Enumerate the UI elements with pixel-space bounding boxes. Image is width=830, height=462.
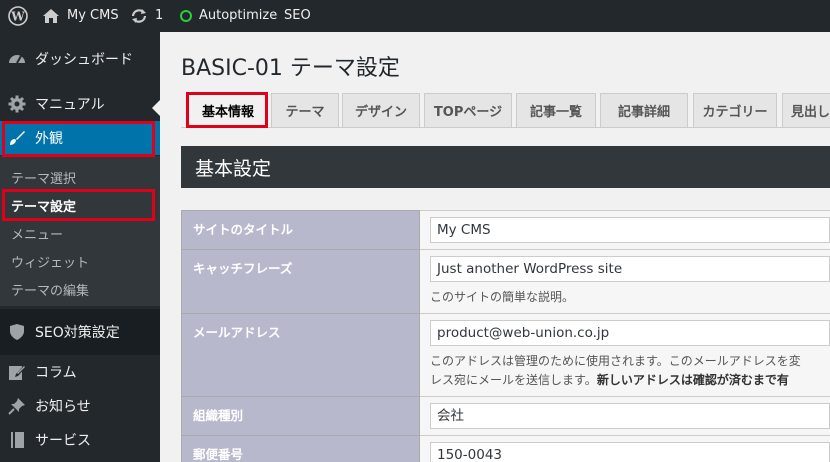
form-row-catchphrase: キャッチフレーズ Just another WordPress site このサ… <box>181 249 830 314</box>
field-label: メールアドレス <box>181 313 420 397</box>
email-desc-bold: 新しいアドレスは確認が済むまで有 <box>596 373 789 387</box>
wordpress-logo-icon[interactable]: W <box>0 0 36 32</box>
tab-heading[interactable]: 見出し <box>782 93 830 127</box>
tab-top-page[interactable]: TOPページ <box>424 93 512 127</box>
sidebar-item-label: SEO対策設定 <box>35 325 120 341</box>
field-cell: Just another WordPress site このサイトの簡単な説明。 <box>419 249 830 314</box>
tab-category[interactable]: カテゴリー <box>693 93 777 127</box>
submenu-item-theme-select[interactable]: テーマ選択 <box>11 168 76 187</box>
page-title: BASIC-01 テーマ設定 <box>181 56 400 81</box>
section-heading: 基本設定 <box>181 146 830 188</box>
form-row-site-title: サイトのタイトル My CMS <box>181 210 830 250</box>
form-row-organization: 組織種別 会社 <box>181 396 830 436</box>
pin-icon <box>7 396 27 416</box>
seo-link[interactable]: SEO <box>284 0 311 32</box>
shield-icon <box>7 322 27 342</box>
submenu-item-menus[interactable]: メニュー <box>11 224 63 243</box>
submenu-item-widgets[interactable]: ウィジェット <box>11 252 89 271</box>
autoptimize-label: Autoptimize <box>199 8 278 23</box>
highlight-appearance <box>2 121 155 157</box>
field-description: このアドレスは管理のために使用されます。このメールアドレスを変 レス宛にメールを… <box>430 352 830 390</box>
admin-sidebar: ダッシュボード マニュアル 外観 テーマ選択 テーマ設定 メニュー ウィジェット… <box>0 32 160 462</box>
sidebar-item-seo[interactable]: SEO対策設定 <box>0 309 160 355</box>
sidebar-item-column[interactable]: コラム <box>0 355 160 389</box>
sidebar-item-label: コラム <box>35 365 77 381</box>
sidebar-item-label: サービス <box>35 433 91 449</box>
sidebar-item-dashboard[interactable]: ダッシュボード <box>0 42 160 76</box>
settings-tabs: 基本情報 テーマ デザイン TOPページ 記事一覧 記事詳細 カテゴリー 見出し <box>186 91 830 127</box>
current-menu-arrow <box>152 100 160 116</box>
dashboard-icon <box>7 49 27 69</box>
highlight-basic-info-tab <box>186 92 268 128</box>
updates-count: 1 <box>155 8 164 23</box>
field-cell: 会社 <box>419 396 830 436</box>
tab-theme[interactable]: テーマ <box>271 93 339 127</box>
email-desc-line-2: レス宛にメールを送信します。 <box>430 373 597 387</box>
sidebar-item-label: ダッシュボード <box>35 52 133 68</box>
submenu-item-theme-editor[interactable]: テーマの編集 <box>11 280 89 299</box>
tabs-divider <box>181 127 830 128</box>
sidebar-item-manual[interactable]: マニュアル <box>0 87 160 121</box>
catchphrase-input[interactable]: Just another WordPress site <box>430 256 830 282</box>
appearance-submenu: テーマ選択 テーマ設定 メニュー ウィジェット テーマの編集 <box>0 156 160 306</box>
home-icon <box>43 9 59 23</box>
tab-article-list[interactable]: 記事一覧 <box>516 93 596 127</box>
site-name-link[interactable]: My CMS <box>42 0 119 32</box>
status-ring-icon <box>180 10 192 22</box>
sidebar-item-service[interactable]: サービス <box>0 423 160 457</box>
autoptimize-link[interactable]: Autoptimize <box>180 0 277 32</box>
highlight-theme-settings <box>2 189 155 221</box>
tab-design[interactable]: デザイン <box>342 93 420 127</box>
basic-settings-form: サイトのタイトル My CMS キャッチフレーズ Just another Wo… <box>181 210 830 462</box>
field-label: キャッチフレーズ <box>181 249 420 314</box>
field-cell: My CMS <box>419 210 830 250</box>
field-label: 郵便番号 <box>181 435 420 462</box>
gear-icon <box>7 94 27 114</box>
admin-bar: W My CMS 1 Autoptimize SEO <box>0 0 830 32</box>
sidebar-item-label: お知らせ <box>35 399 91 415</box>
field-cell: product@web-union.co.jp このアドレスは管理のために使用さ… <box>419 313 830 397</box>
email-field[interactable]: product@web-union.co.jp <box>430 320 830 346</box>
book-icon <box>7 430 27 450</box>
site-title-input[interactable]: My CMS <box>430 217 830 243</box>
field-label: 組織種別 <box>181 396 420 436</box>
zip-code-input[interactable]: 150-0043 <box>430 442 830 462</box>
seo-label: SEO <box>284 8 311 23</box>
email-desc-line-1: このアドレスは管理のために使用されます。このメールアドレスを変 <box>430 354 801 368</box>
edit-icon <box>7 362 27 382</box>
updates-link[interactable]: 1 <box>130 0 163 32</box>
field-label: サイトのタイトル <box>181 210 420 250</box>
field-cell: 150-0043 <box>419 435 830 462</box>
field-description: このサイトの簡単な説明。 <box>430 290 575 304</box>
update-icon <box>131 9 147 23</box>
organization-type-select[interactable]: 会社 <box>430 403 830 429</box>
form-row-email: メールアドレス product@web-union.co.jp このアドレスは管… <box>181 313 830 397</box>
sidebar-item-label: マニュアル <box>35 97 105 113</box>
sidebar-item-news[interactable]: お知らせ <box>0 389 160 423</box>
tab-article-detail[interactable]: 記事詳細 <box>600 93 688 127</box>
form-row-zip: 郵便番号 150-0043 <box>181 435 830 462</box>
svg-text:W: W <box>10 10 25 24</box>
site-name-label: My CMS <box>67 8 119 23</box>
